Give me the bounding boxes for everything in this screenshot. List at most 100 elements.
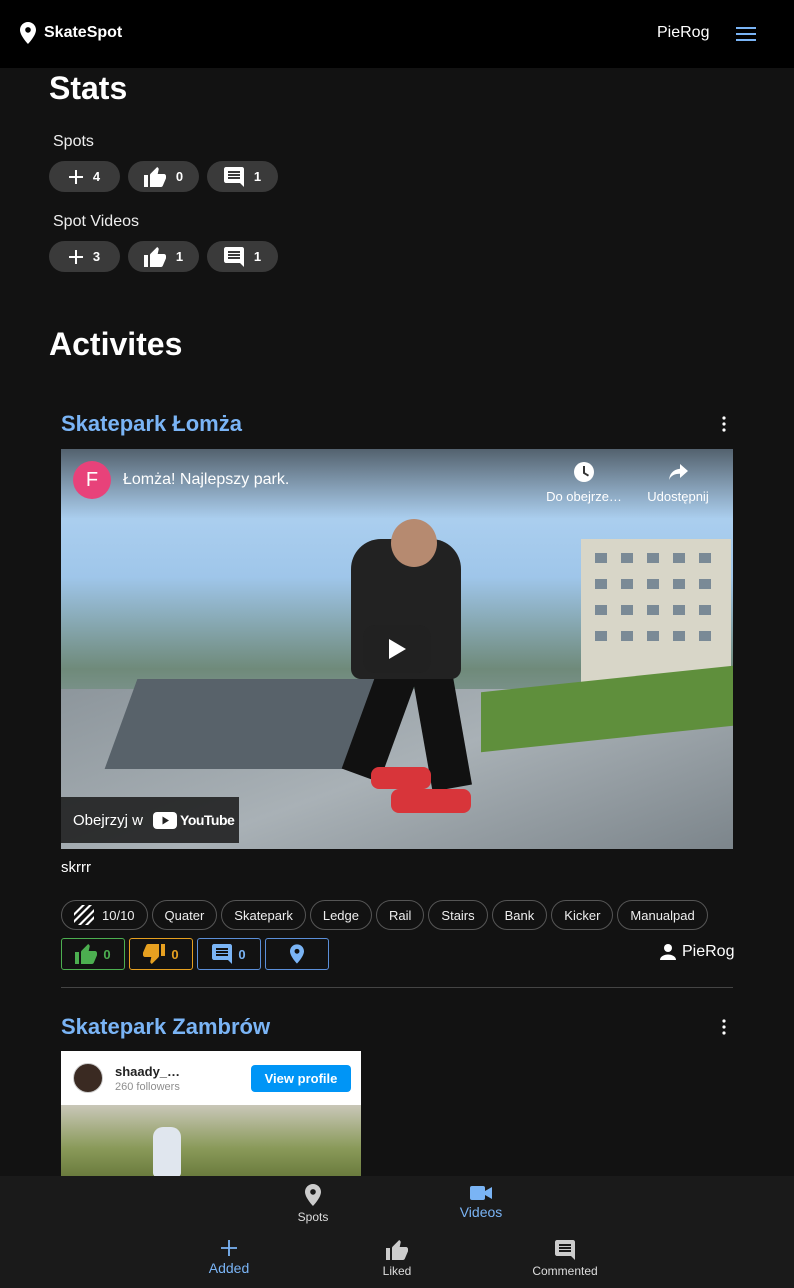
share-arrow-icon	[669, 464, 688, 480]
location-pin-icon	[305, 1184, 321, 1206]
videos-added-count: 3	[92, 249, 101, 264]
video-scene-building	[581, 539, 731, 689]
youtube-video-player[interactable]: F Łomża! Najlepszy park. Do obejrze… Udo…	[61, 449, 733, 849]
comment-count: 0	[238, 946, 246, 962]
more-vert-icon[interactable]	[718, 416, 730, 432]
instagram-username[interactable]: shaady_…	[115, 1064, 180, 1079]
tag-chip[interactable]: Quater	[151, 900, 218, 930]
youtube-logo: YouTube	[153, 811, 235, 829]
app-bar: SkateSpot PieRog	[0, 0, 794, 68]
bottom-navigation: Spots Videos Added Liked Commented	[0, 1176, 794, 1288]
tag-chip[interactable]: Rail	[376, 900, 425, 930]
videocam-icon	[470, 1186, 492, 1200]
brand[interactable]: SkateSpot	[20, 22, 122, 44]
author-name: PieRog	[682, 943, 735, 960]
share-button[interactable]: Udostępnij	[633, 461, 723, 504]
youtube-wordmark: YouTube	[180, 812, 235, 828]
videos-commented-stat[interactable]: 1	[207, 241, 278, 272]
nav-added-label: Added	[208, 1260, 250, 1276]
more-vert-icon[interactable]	[718, 1019, 730, 1035]
comment-icon	[223, 166, 244, 187]
tag-chip[interactable]: Kicker	[551, 900, 614, 930]
spots-stats-row: 4 0 1	[49, 161, 278, 192]
main-content[interactable]: Stats Spots 4 0 1 Spot Videos 3 1 1 Acti…	[0, 68, 794, 1176]
videos-commented-count: 1	[253, 249, 262, 264]
dislike-count: 0	[171, 946, 179, 962]
tag-list: 10/10 Quater Skatepark Ledge Rail Stairs…	[61, 900, 708, 930]
person-icon	[660, 944, 676, 960]
tag-chip[interactable]: Manualpad	[617, 900, 708, 930]
spots-liked-count: 0	[175, 169, 184, 184]
rating-value: 10/10	[102, 907, 135, 923]
tag-chip[interactable]: Stairs	[428, 900, 488, 930]
channel-avatar[interactable]: F	[73, 461, 111, 499]
stripes-icon	[74, 905, 94, 925]
comment-icon	[223, 246, 244, 267]
spots-liked-stat[interactable]: 0	[128, 161, 199, 192]
avatar[interactable]	[73, 1063, 103, 1093]
rating-chip[interactable]: 10/10	[61, 900, 148, 930]
plus-icon	[68, 169, 83, 184]
plus-icon	[68, 249, 83, 264]
video-title[interactable]: Łomża! Najlepszy park.	[123, 471, 289, 489]
videos-stats-label: Spot Videos	[53, 213, 139, 230]
videos-liked-stat[interactable]: 1	[128, 241, 199, 272]
comment-icon	[555, 1240, 575, 1260]
post-author[interactable]: PieRog	[660, 943, 734, 961]
comment-button[interactable]: 0	[197, 938, 261, 970]
nav-liked[interactable]: Liked	[337, 1240, 457, 1278]
like-count: 0	[103, 946, 111, 962]
share-label: Udostępnij	[647, 489, 709, 504]
tag-chip[interactable]: Ledge	[309, 900, 372, 930]
show-on-map-button[interactable]	[265, 938, 329, 970]
spots-commented-stat[interactable]: 1	[207, 161, 278, 192]
comment-icon	[212, 944, 233, 964]
media-person	[153, 1127, 181, 1176]
user-name[interactable]: PieRog	[657, 24, 709, 42]
tag-chip[interactable]: Skatepark	[221, 900, 306, 930]
instagram-embed[interactable]: shaady_… 260 followers View profile	[61, 1051, 361, 1176]
thumb-up-icon	[75, 944, 98, 964]
nav-videos[interactable]: Videos	[421, 1186, 541, 1220]
spots-commented-count: 1	[253, 169, 262, 184]
clock-icon	[574, 462, 594, 482]
youtube-play-icon	[153, 811, 178, 829]
watch-later-button[interactable]: Do obejrze…	[539, 461, 629, 504]
thumb-up-icon	[143, 166, 166, 187]
instagram-followers: 260 followers	[115, 1081, 180, 1093]
post-title[interactable]: Skatepark Łomża	[61, 411, 242, 437]
instagram-media[interactable]	[61, 1105, 361, 1176]
videos-added-stat[interactable]: 3	[49, 241, 120, 272]
post-title[interactable]: Skatepark Zambrów	[61, 1014, 270, 1040]
nav-spots[interactable]: Spots	[253, 1184, 373, 1224]
watch-on-youtube-button[interactable]: Obejrzyj w YouTube	[61, 797, 239, 843]
videos-liked-count: 1	[175, 249, 184, 264]
nav-commented-label: Commented	[532, 1264, 598, 1278]
nav-videos-label: Videos	[459, 1204, 503, 1220]
plus-icon	[221, 1240, 237, 1256]
dislike-button[interactable]: 0	[129, 938, 193, 970]
nav-commented[interactable]: Commented	[505, 1240, 625, 1278]
watch-later-label: Do obejrze…	[546, 489, 622, 504]
brand-name: SkateSpot	[44, 24, 123, 41]
like-button[interactable]: 0	[61, 938, 125, 970]
video-scene-shoe	[391, 789, 471, 813]
spots-added-count: 4	[92, 169, 101, 184]
watch-on-label: Obejrzyj w	[73, 811, 144, 829]
thumb-up-icon	[143, 246, 166, 267]
tag-chip[interactable]: Bank	[491, 900, 548, 930]
view-profile-button[interactable]: View profile	[251, 1065, 351, 1092]
location-pin-icon	[290, 944, 304, 964]
thumb-up-icon	[386, 1240, 408, 1260]
activities-title: Activites	[49, 326, 183, 362]
thumb-down-icon	[143, 944, 166, 964]
nav-added[interactable]: Added	[169, 1240, 289, 1276]
spots-added-stat[interactable]: 4	[49, 161, 120, 192]
stats-title: Stats	[49, 70, 128, 106]
play-icon	[389, 639, 406, 659]
videos-stats-row: 3 1 1	[49, 241, 278, 272]
video-scene-skater-head	[391, 519, 437, 567]
hamburger-menu-icon[interactable]	[736, 27, 756, 41]
video-scene-shoe	[371, 767, 431, 789]
play-button[interactable]	[363, 625, 431, 673]
